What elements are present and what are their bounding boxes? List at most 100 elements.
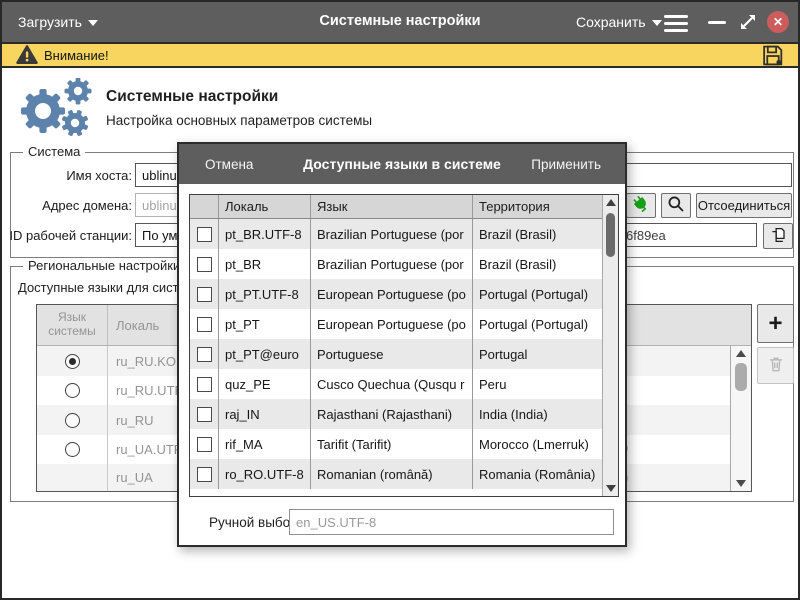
checkbox[interactable] [197,317,212,332]
locale-cell: ro_RO.UTF-8 [218,459,310,489]
table-row[interactable]: quz_PE Cusco Quechua (Qusqu r Peru [190,369,618,399]
manual-select-input[interactable] [289,509,614,535]
territory-cell: Peru [472,369,602,399]
warning-message: Внимание! [44,48,109,63]
checkbox[interactable] [197,377,212,392]
copy-button[interactable] [763,223,793,249]
domain-label: Адрес домена: [4,198,132,213]
territory-cell: Brazil (Brasil) [472,249,602,279]
locale-cell: pt_PT@euro [218,339,310,369]
column-header-system-language: Язык системы [37,305,107,345]
system-fieldset-legend: Система [23,144,85,159]
language-cell: Rajasthani (Rajasthani) [310,399,472,429]
workstation-id-label: ID рабочей станции: [4,228,132,243]
close-button[interactable]: ✕ [767,11,789,33]
table-row[interactable]: pt_PT.UTF-8 European Portuguese (po Port… [190,279,618,309]
language-cell: European Portuguese (po [310,309,472,339]
column-header-language: Язык [310,195,472,218]
radio-button[interactable] [65,354,80,369]
hostname-label: Имя хоста: [4,168,132,183]
column-header-territory: Территория [472,195,602,218]
table-row[interactable]: pt_BR Brazilian Portuguese (por Brazil (… [190,249,618,279]
titlebar: Загрузить Системные настройки Сохранить … [2,2,798,42]
column-header-locale: Локаль [218,195,310,218]
locale-cell: quz_PE [218,369,310,399]
checkbox[interactable] [197,407,212,422]
scrollbar-thumb[interactable] [735,363,747,391]
languages-table-scrollbar [730,346,751,491]
apply-button[interactable]: Применить [531,157,601,172]
territory-cell: Portugal (Portugal) [472,279,602,309]
app-window: Загрузить Системные настройки Сохранить … [0,0,800,600]
language-cell: European Portuguese (po [310,279,472,309]
language-cell: Cusco Quechua (Qusqu r [310,369,472,399]
language-cell: Romanian (română) [310,459,472,489]
dialog-languages-table: Локаль Язык Территория pt_BR.UTF-8 Brazi… [189,194,619,497]
gears-icon [14,78,100,138]
territory-cell: Morocco (Lmerruk) [472,429,602,459]
plus-icon: + [768,310,782,338]
locale-cell: raj_IN [218,399,310,429]
warning-bar: Внимание! [2,42,798,68]
table-row[interactable]: rif_MA Tarifit (Tarifit) Morocco (Lmerru… [190,429,618,459]
language-cell: Portuguese [310,339,472,369]
scroll-down-icon[interactable] [606,485,616,492]
scrollbar-thumb[interactable] [606,213,615,257]
copy-icon [769,226,787,247]
checkbox[interactable] [197,287,212,302]
table-row[interactable]: pt_PT@euro Portuguese Portugal [190,339,618,369]
table-row[interactable]: raj_IN Rajasthani (Rajasthani) India (In… [190,399,618,429]
dialog-table-scrollbar [602,195,618,496]
disconnect-button-label: Отсоединиться [698,198,790,213]
page-title: Системные настройки [106,88,278,106]
radio-button[interactable] [65,383,80,398]
languages-dialog: Отмена Доступные языки в системе Примени… [177,142,627,547]
territory-cell: India (India) [472,399,602,429]
search-button[interactable] [661,193,691,218]
territory-cell: Portugal (Portugal) [472,309,602,339]
locale-cell: pt_PT [218,309,310,339]
territory-cell: Romania (România) [472,459,602,489]
locale-cell: pt_BR.UTF-8 [218,219,310,249]
territory-cell: Brazil (Brasil) [472,219,602,249]
scroll-down-icon[interactable] [736,480,746,487]
locale-cell: rif_MA [218,429,310,459]
save-menu-label: Сохранить [576,14,646,30]
locale-cell: pt_PT.UTF-8 [218,279,310,309]
checkbox[interactable] [197,437,212,452]
checkbox[interactable] [197,227,212,242]
trash-icon [766,354,786,377]
table-row[interactable]: pt_PT European Portuguese (po Portugal (… [190,309,618,339]
menu-icon[interactable] [664,15,688,32]
warning-icon [16,44,38,66]
regional-fieldset-legend: Региональные настройки [23,258,185,273]
territory-cell: Portugal [472,339,602,369]
expand-icon[interactable] [738,12,758,32]
locale-cell: pt_BR [218,249,310,279]
checkbox[interactable] [197,347,212,362]
search-icon [667,195,685,216]
page-subtitle: Настройка основных параметров системы [106,113,372,128]
minimize-button[interactable] [708,21,726,24]
radio-button[interactable] [65,413,80,428]
workstation-id-fragment: 6f89ea [626,228,666,243]
dialog-header: Отмена Доступные языки в системе Примени… [179,144,625,184]
checkbox[interactable] [197,257,212,272]
manual-select-label: Ручной выбор: [209,515,301,530]
table-row[interactable]: ro_RO.UTF-8 Romanian (română) Romania (R… [190,459,618,489]
disconnect-button[interactable]: Отсоединиться [696,193,792,218]
save-disk-icon[interactable] [760,43,786,68]
radio-button[interactable] [65,442,80,457]
add-language-button[interactable]: + [757,304,794,343]
chevron-down-icon [652,20,662,26]
save-menu-button[interactable]: Сохранить [576,14,662,30]
scroll-up-icon[interactable] [606,199,616,206]
scroll-up-icon[interactable] [736,350,746,357]
language-cell: Brazilian Portuguese (por [310,249,472,279]
checkbox[interactable] [197,467,212,482]
plug-icon [631,194,651,217]
language-cell: Tarifit (Tarifit) [310,429,472,459]
table-row[interactable]: pt_BR.UTF-8 Brazilian Portuguese (por Br… [190,219,618,249]
delete-language-button[interactable] [757,347,794,384]
connect-button[interactable] [626,193,656,218]
